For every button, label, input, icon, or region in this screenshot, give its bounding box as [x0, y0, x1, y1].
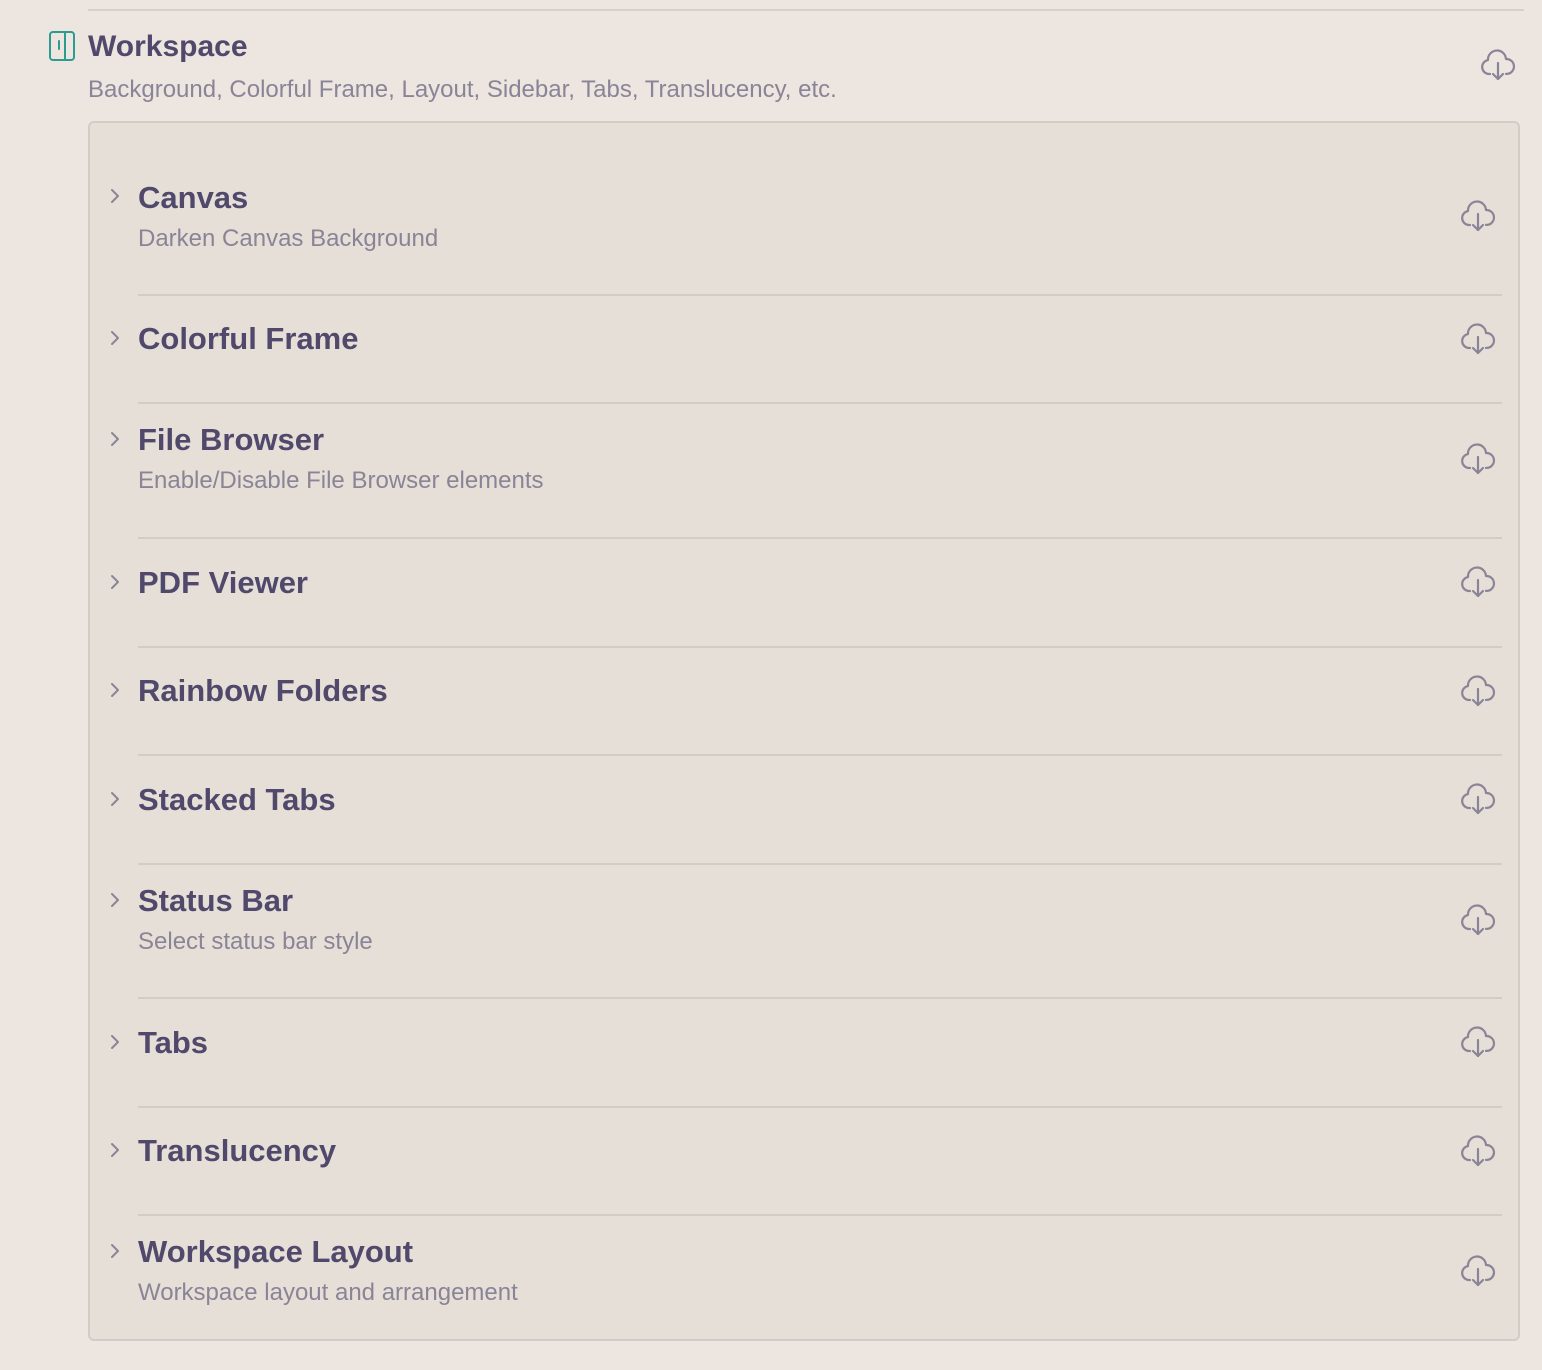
cloud-download-icon[interactable] [1460, 1025, 1496, 1061]
settings-panel: Canvas Darken Canvas Background Colorful… [88, 121, 1520, 1341]
setting-item-description: Workspace layout and arrangement [138, 1279, 518, 1306]
setting-item-colorful-frame[interactable]: Colorful Frame [90, 296, 1518, 404]
setting-item-title: Colorful Frame [138, 321, 359, 356]
section-header: Workspace Background, Colorful Frame, La… [48, 26, 1518, 112]
setting-item-title: PDF Viewer [138, 565, 309, 600]
setting-item-title: Stacked Tabs [138, 782, 336, 817]
chevron-right-icon[interactable] [106, 891, 124, 909]
setting-item-title: File Browser [138, 422, 325, 457]
section-description: Background, Colorful Frame, Layout, Side… [88, 76, 837, 103]
setting-item-translucency[interactable]: Translucency [90, 1108, 1518, 1216]
cloud-download-icon[interactable] [1460, 903, 1496, 939]
setting-item-title: Canvas [138, 180, 249, 215]
cloud-download-icon[interactable] [1460, 1254, 1496, 1290]
setting-item-title: Workspace Layout [138, 1234, 414, 1269]
chevron-right-icon[interactable] [106, 681, 124, 699]
setting-item-title: Tabs [138, 1025, 209, 1060]
cloud-download-icon[interactable] [1460, 442, 1496, 478]
chevron-right-icon[interactable] [106, 187, 124, 205]
setting-item-title: Rainbow Folders [138, 673, 388, 708]
chevron-right-icon[interactable] [106, 1242, 124, 1260]
cloud-download-icon[interactable] [1460, 1134, 1496, 1170]
setting-item-rainbow-folders[interactable]: Rainbow Folders [90, 648, 1518, 756]
setting-item-file-browser[interactable]: File Browser Enable/Disable File Browser… [90, 404, 1518, 539]
setting-item-stacked-tabs[interactable]: Stacked Tabs [90, 756, 1518, 865]
setting-item-description: Select status bar style [138, 928, 373, 955]
setting-item-tabs[interactable]: Tabs [90, 999, 1518, 1108]
cloud-download-icon[interactable] [1460, 199, 1496, 235]
setting-item-title: Status Bar [138, 883, 294, 918]
cloud-download-icon[interactable] [1460, 782, 1496, 818]
chevron-right-icon[interactable] [106, 1033, 124, 1051]
workspace-layout-icon [48, 30, 76, 62]
cloud-download-icon[interactable] [1460, 565, 1496, 601]
chevron-right-icon[interactable] [106, 430, 124, 448]
cloud-download-icon[interactable] [1460, 674, 1496, 710]
setting-item-status-bar[interactable]: Status Bar Select status bar style [90, 865, 1518, 999]
chevron-right-icon[interactable] [106, 573, 124, 591]
chevron-right-icon[interactable] [106, 329, 124, 347]
setting-item-canvas[interactable]: Canvas Darken Canvas Background [90, 123, 1518, 296]
cloud-download-icon[interactable] [1480, 48, 1516, 84]
setting-item-pdf-viewer[interactable]: PDF Viewer [90, 539, 1518, 648]
setting-item-description: Darken Canvas Background [138, 225, 439, 252]
setting-item-title: Translucency [138, 1133, 337, 1168]
setting-item-description: Enable/Disable File Browser elements [138, 467, 544, 494]
setting-item-workspace-layout[interactable]: Workspace Layout Workspace layout and ar… [90, 1216, 1518, 1339]
top-divider [88, 9, 1524, 11]
section-title: Workspace [88, 30, 248, 63]
chevron-right-icon[interactable] [106, 790, 124, 808]
chevron-right-icon[interactable] [106, 1141, 124, 1159]
cloud-download-icon[interactable] [1460, 322, 1496, 358]
